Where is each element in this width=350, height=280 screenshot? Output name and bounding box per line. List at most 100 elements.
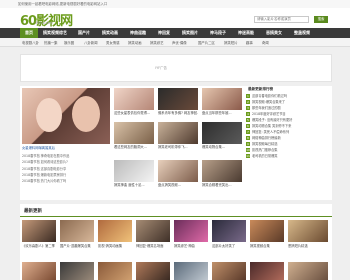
video-caption[interactable]: 《欢乐喜剧人》第二季	[22, 244, 56, 248]
video-thumbnail[interactable]	[212, 220, 246, 242]
video-caption[interactable]: 搞笑老司机带你飞...	[158, 145, 198, 149]
video-caption[interactable]: 搞笑合辑看完笑出...	[202, 183, 242, 187]
video-caption[interactable]: 搞笑视频合集	[250, 244, 284, 248]
video-thumbnail[interactable]	[158, 88, 198, 110]
news-item[interactable]: 2018春节档 热门大片你看了吗	[22, 178, 88, 184]
nav-item[interactable]: 搞笑视频综艺	[38, 28, 72, 38]
video-caption[interactable]: 这部片太好笑了	[212, 244, 246, 248]
search-button[interactable]: 搜索	[314, 16, 328, 23]
subnav-item[interactable]: 搞笑短片	[224, 40, 238, 45]
main-nav: 首页 搞笑视频综艺 国产片 搞笑动画 神曲逗趣 神回复 搞笑图片 神马段子 神迷…	[0, 28, 350, 38]
video-thumbnail[interactable]	[60, 220, 94, 242]
video-caption[interactable]: 国产片·逗趣爆笑合集	[60, 244, 94, 248]
nav-item[interactable]: 恶搞美女	[260, 28, 288, 38]
ad-banner[interactable]	[20, 54, 332, 82]
video-thumbnail[interactable]	[114, 88, 154, 110]
hot-item-label: 搞笑动物合集 笑到停不下来	[252, 124, 292, 128]
video-caption[interactable]: 盘点当年那些年被...	[202, 111, 242, 115]
video-thumbnail[interactable]	[114, 122, 154, 144]
top-bar: 如何使用一起看吧电影网络,更新电视剧好看的电影网站入口	[0, 0, 350, 8]
hot-item-label: 搞笑视频:爆笑合集来了	[252, 100, 285, 104]
hot-item-label: 网络神曲排行榜最新	[252, 136, 281, 140]
hot-item[interactable]: 9 搞笑视频每日精选	[246, 142, 330, 147]
video-thumbnail[interactable]	[288, 220, 328, 242]
rank-badge: 10	[246, 148, 250, 152]
video-caption[interactable]: 这些女星表情包你觉得...	[114, 111, 154, 115]
video-caption[interactable]: 搞笑神曲 魔性十足...	[114, 183, 154, 187]
rank-badge: 4	[246, 112, 250, 116]
video-thumbnail[interactable]	[98, 262, 132, 280]
nav-item[interactable]: 整蛊视频	[288, 28, 316, 38]
video-thumbnail[interactable]	[22, 262, 56, 280]
video-thumbnail[interactable]	[202, 122, 242, 144]
video-thumbnail[interactable]	[288, 262, 328, 280]
nav-item-home[interactable]: 首页	[20, 28, 38, 38]
video-thumbnail[interactable]	[136, 262, 170, 280]
search-input[interactable]	[254, 16, 309, 23]
hot-item[interactable]: 8 网络神曲排行榜最新	[246, 136, 330, 141]
nav-item[interactable]: 神回复	[152, 28, 176, 38]
hot-item[interactable]: 7 神回复: 笑死人不偿命系列	[246, 130, 330, 135]
video-thumbnail[interactable]	[22, 220, 56, 242]
subnav-item[interactable]: 电视剧八卦	[22, 40, 39, 45]
subnav-item[interactable]: 男女情感	[106, 40, 120, 45]
video-thumbnail[interactable]	[114, 160, 154, 182]
hot-item[interactable]: 10 影视热门推荐合集	[246, 148, 330, 153]
hot-item-label: 爆笑段子: 没有最好只有更好	[252, 118, 293, 122]
video-caption[interactable]: 搞笑综艺·神曲	[174, 244, 208, 248]
rank-badge: 8	[246, 136, 250, 140]
video-thumbnail[interactable]	[174, 220, 208, 242]
video-thumbnail[interactable]	[250, 220, 284, 242]
logo-mark: 60影视网	[20, 14, 73, 29]
video-thumbnail[interactable]	[98, 220, 132, 242]
featured-caption[interactable]: 女星爆料网曝离婚某后	[22, 146, 55, 150]
video-thumbnail[interactable]	[158, 122, 198, 144]
video-thumbnail[interactable]	[202, 88, 242, 110]
video-thumbnail[interactable]	[158, 160, 198, 182]
video-thumbnail[interactable]	[60, 262, 94, 280]
hot-item[interactable]: 1 这部青春电影你们看过吗	[246, 94, 330, 99]
video-caption[interactable]: 影视·搞笑动画集	[98, 244, 132, 248]
video-thumbnail[interactable]	[202, 160, 242, 182]
nav-item[interactable]: 搞笑动画	[96, 28, 124, 38]
nav-item[interactable]: 搞笑图片	[176, 28, 204, 38]
video-caption[interactable]: 盘点搞笑视频...	[158, 183, 198, 187]
ad-banner-text: IYF广告	[155, 66, 167, 70]
rank-badge: 2	[246, 100, 250, 104]
hot-item[interactable]: 4 2018年度好评综艺节目	[246, 112, 330, 117]
nav-item[interactable]: 神曲逗趣	[124, 28, 152, 38]
hot-item[interactable]: 2 搞笑视频:爆笑合集来了	[246, 100, 330, 105]
featured-thumbnail[interactable]	[22, 88, 110, 144]
subnav-item[interactable]: 搞笑综艺	[150, 40, 164, 45]
rank-badge: 5	[246, 118, 250, 122]
subnav-item[interactable]: 八卦新闻	[84, 40, 98, 45]
hot-item[interactable]: 5 爆笑段子: 没有最好只有更好	[246, 118, 330, 123]
subnav-item[interactable]: 国产片二区	[198, 40, 215, 45]
subnav-item[interactable]: 搞笑动画	[128, 40, 142, 45]
video-thumbnail[interactable]	[250, 262, 284, 280]
rank-badge: 7	[246, 130, 250, 134]
video-thumbnail[interactable]	[212, 262, 246, 280]
nav-item[interactable]: 神迷高能	[232, 28, 260, 38]
video-caption[interactable]: 恶搞短片精选	[288, 244, 328, 248]
subnav-item[interactable]: 娱乐圈	[64, 40, 74, 45]
video-caption[interactable]: 佛系青年有多佛? 网友神回...	[158, 111, 198, 115]
subnav-item[interactable]: 奇闻	[262, 40, 269, 45]
hot-item-label: 神回复: 笑死人不偿命系列	[252, 130, 290, 134]
top-bar-text: 如何使用一起看吧电影网络,更新电视剧好看的电影网站入口	[18, 2, 108, 6]
video-caption[interactable]: 爆笑动物合集...	[202, 145, 242, 149]
hot-item[interactable]: 3 那些年我们追过的剧	[246, 106, 330, 111]
nav-item[interactable]: 国产片	[72, 28, 96, 38]
hot-item[interactable]: 11 老司机的日常爆笑	[246, 154, 330, 159]
video-thumbnail[interactable]	[136, 220, 170, 242]
subnav-item[interactable]: 趣事	[246, 40, 253, 45]
video-thumbnail[interactable]	[174, 262, 208, 280]
video-caption[interactable]: 看这些网友的脑洞大...	[114, 145, 154, 149]
hot-item[interactable]: 6 搞笑动物合集 笑到停不下来	[246, 124, 330, 129]
subnav-item[interactable]: 声优·偶像	[172, 40, 187, 45]
nav-item[interactable]: 神马段子	[204, 28, 232, 38]
latest-section-title: 最新更新	[24, 209, 42, 214]
subnav-item[interactable]: 热播一集	[44, 40, 58, 45]
video-caption[interactable]: 神回复·爆笑名场面	[136, 244, 170, 248]
site-logo[interactable]: 60影视网 360vv.com	[20, 8, 80, 29]
